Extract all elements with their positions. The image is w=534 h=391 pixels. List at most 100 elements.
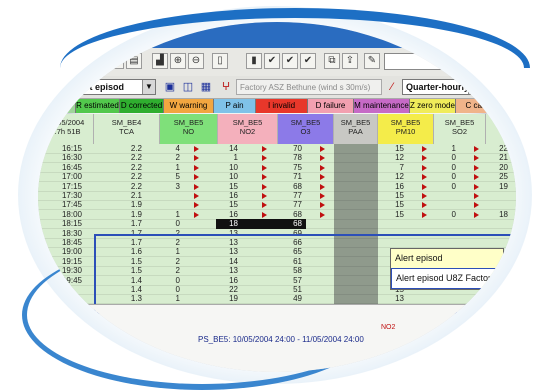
- window-titlebar: [38, 22, 516, 48]
- column-header-line2: NO: [182, 127, 195, 136]
- column-header-line2: PAA: [348, 127, 363, 136]
- stack-icon[interactable]: ▦: [198, 79, 214, 95]
- episode-select-value: Alert episod: [72, 82, 125, 92]
- toolbar-window-button[interactable]: ▭: [108, 53, 124, 69]
- column-header-line1: SM_BI: [494, 118, 516, 127]
- column-header[interactable]: SM_BI TC: [486, 114, 516, 144]
- flag-marker-icon: [320, 202, 325, 209]
- legend-item: Z zero mode: [410, 99, 456, 113]
- column-header-line1: SM_BE5: [340, 118, 371, 127]
- column-header-line2: 0.7h 51B: [50, 127, 81, 136]
- flag-marker-icon: [422, 193, 427, 199]
- wand-icon[interactable]: ⁄: [384, 79, 400, 95]
- flag-marker-icon: [474, 146, 479, 152]
- legend-item: D failure: [308, 99, 354, 113]
- flag-marker-icon: [262, 193, 267, 199]
- legend-item: lated: [38, 99, 76, 113]
- tooltip-line-1: Alert episod: [395, 253, 443, 263]
- column-header-line1: SM_BE5: [444, 118, 475, 127]
- layout-icon[interactable]: ▣: [162, 79, 178, 95]
- column-header-line1: SM_BE5: [232, 118, 263, 127]
- legend-item: C calibratio: [456, 99, 516, 113]
- copy-icon[interactable]: ⧉: [324, 53, 340, 69]
- flag-marker-icon: [262, 202, 267, 209]
- flag-marker-icon: [194, 146, 199, 152]
- chart-icon[interactable]: ▟: [152, 53, 168, 69]
- zoom-in-icon[interactable]: ⊕: [170, 53, 186, 69]
- column-header[interactable]: SM_BE5 NO: [160, 114, 218, 144]
- flag-marker-icon: [194, 211, 199, 218]
- flag-marker-icon: [262, 146, 267, 152]
- flag-marker-icon: [474, 164, 479, 171]
- export-icon[interactable]: ⇪: [342, 53, 358, 69]
- toolbar-minus-button[interactable]: —: [90, 53, 106, 69]
- flag-marker-icon: [320, 211, 325, 218]
- check-icon[interactable]: ✔: [264, 53, 280, 69]
- episode-select[interactable]: Alert episod ▼: [68, 79, 156, 95]
- legend-item: P ain: [214, 99, 256, 113]
- legend-item: W warning: [164, 99, 214, 113]
- tooltip-line-2[interactable]: Alert episod U8Z Factory: [391, 268, 503, 289]
- flag-marker-icon: [422, 155, 427, 162]
- flag-marker-icon: [262, 183, 267, 190]
- footer-range-label: PS_BE5: 10/05/2004 24:00 - 11/05/2004 24…: [198, 335, 364, 344]
- column-header[interactable]: 10/05/2004 0.7h 51B: [38, 114, 94, 144]
- period-select[interactable]: Quarter-hourly ▼: [402, 79, 482, 95]
- column-header[interactable]: SM_BE5 NO2: [218, 114, 278, 144]
- station-field[interactable]: Factory ASZ Bethune (wind s 30m/s): [236, 79, 382, 95]
- options-row: Alert episod ▼ ▣ ◫ ▦ ⵖ Factory ASZ Bethu…: [38, 76, 516, 99]
- pen-icon[interactable]: ✎: [364, 53, 380, 69]
- column-header[interactable]: SM_BE5 SO2: [434, 114, 486, 144]
- column-header[interactable]: SM_BE5 O3: [278, 114, 334, 144]
- footer-red-label: NO2: [381, 324, 396, 331]
- flag-marker-icon: [320, 174, 325, 181]
- column-header-line1: SM_BE5: [173, 118, 204, 127]
- flag-marker-icon: [422, 211, 427, 218]
- flag-marker-icon: [262, 164, 267, 171]
- layout-alt-icon[interactable]: ◫: [180, 79, 196, 95]
- check-red-icon[interactable]: ✔: [300, 53, 316, 69]
- column-header-line2: PM10: [395, 127, 416, 136]
- zoom-out-icon[interactable]: ⊖: [188, 53, 204, 69]
- flag-marker-icon: [422, 183, 427, 190]
- column-header-line1: SM_BE5: [290, 118, 321, 127]
- flag-marker-icon: [262, 211, 267, 218]
- column-header-line2: NO2: [239, 127, 256, 136]
- chevron-down-icon: ▼: [468, 80, 481, 94]
- cell-time[interactable]: [54, 294, 82, 304]
- column-header-line2: O3: [300, 127, 311, 136]
- legend-item: R estimated: [76, 99, 120, 113]
- column-header-line2: TC: [500, 127, 511, 136]
- flag-marker-icon: [320, 155, 325, 162]
- flag-marker-icon: [422, 164, 427, 171]
- toolbar-table-button[interactable]: ▤: [126, 53, 142, 69]
- chevron-down-icon: ▼: [142, 80, 155, 94]
- flag-marker-icon: [194, 202, 199, 209]
- flag-marker-icon: [474, 155, 479, 162]
- check-alt-icon[interactable]: ✔: [282, 53, 298, 69]
- flag-marker-icon: [422, 202, 427, 209]
- flag-marker-icon: [194, 193, 199, 199]
- flag-marker-icon: [262, 155, 267, 162]
- flag-marker-icon: [422, 146, 427, 152]
- flag-marker-icon: [474, 174, 479, 181]
- legend-item: I invalid: [256, 99, 308, 113]
- flag-marker-icon: [474, 183, 479, 190]
- signal-icon[interactable]: ⵖ: [218, 79, 234, 95]
- column-header-line2: SO2: [451, 127, 467, 136]
- legend-item: D corrected: [120, 99, 164, 113]
- flag-icon[interactable]: ▮: [246, 53, 262, 69]
- flag-marker-icon: [194, 164, 199, 171]
- document-icon[interactable]: ▯: [212, 53, 228, 69]
- column-header[interactable]: SM_BE4 TCA: [94, 114, 160, 144]
- column-header-line1: SM_BE5: [390, 118, 421, 127]
- episode-tooltip: Alert episod Alert episod U8Z Factory: [390, 248, 504, 290]
- toolbar-text-input[interactable]: [384, 53, 474, 70]
- column-header[interactable]: SM_BE5 PAA: [334, 114, 378, 144]
- flag-marker-icon: [320, 183, 325, 190]
- flag-marker-icon: [320, 146, 325, 152]
- column-header-line1: 10/05/2004: [46, 118, 85, 127]
- period-select-value: Quarter-hourly: [406, 82, 470, 92]
- column-header[interactable]: SM_BE5 PM10: [378, 114, 434, 144]
- footer-panel: PS_BE5: 10/05/2004 24:00 - 11/05/2004 24…: [38, 304, 516, 372]
